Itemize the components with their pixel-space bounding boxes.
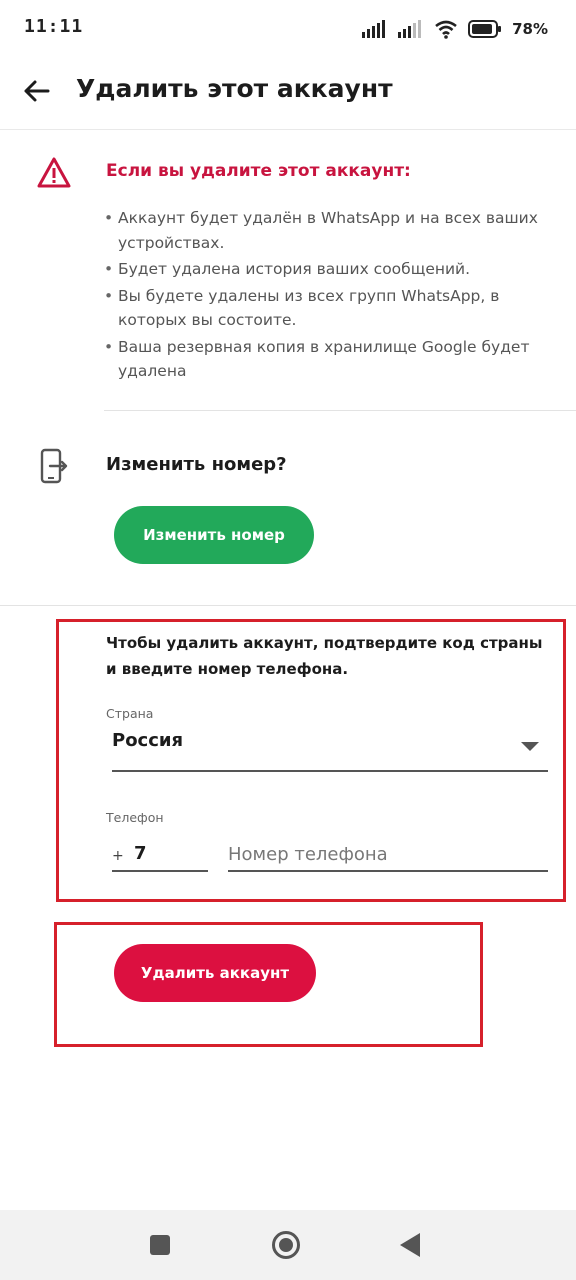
plus-sign: + [112, 848, 124, 864]
back-nav-icon[interactable] [400, 1233, 420, 1257]
battery-icon [468, 20, 502, 38]
phone-number-input[interactable] [228, 838, 546, 870]
country-code-input[interactable]: 7 [134, 843, 147, 864]
warning-list: Аккаунт будет удалён в WhatsApp и на все… [104, 206, 544, 386]
change-number-button[interactable]: Изменить номер [114, 506, 314, 564]
wifi-icon [435, 20, 457, 39]
delete-account-button[interactable]: Удалить аккаунт [114, 944, 316, 1002]
warning-heading: Если вы удалите этот аккаунт: [106, 161, 411, 181]
phone-label: Телефон [106, 810, 164, 825]
country-code-underline [112, 870, 208, 872]
status-icons: 78% [362, 16, 548, 42]
country-select[interactable]: Россия [112, 730, 183, 751]
warning-icon [37, 157, 71, 188]
signal-icon [398, 20, 422, 38]
delete-instruction: Чтобы удалить аккаунт, подтвердите код с… [106, 634, 543, 678]
section-divider [104, 410, 576, 411]
dropdown-arrow-icon[interactable] [521, 742, 539, 751]
warning-bullet: Вы будете удалены из всех групп WhatsApp… [104, 284, 544, 333]
signal-icon [362, 20, 386, 38]
change-phone-icon [40, 448, 68, 484]
country-label: Страна [106, 706, 154, 721]
recents-nav-icon[interactable] [150, 1235, 170, 1255]
warning-bullet: Ваша резервная копия в хранилище Google … [104, 335, 544, 384]
back-arrow-icon[interactable] [20, 74, 54, 108]
page-title: Удалить этот аккаунт [76, 74, 393, 103]
app-bar-divider [0, 129, 576, 130]
phone-underline [228, 870, 548, 872]
country-underline [112, 770, 548, 772]
change-number-heading: Изменить номер? [106, 454, 287, 475]
section-divider [0, 605, 576, 606]
home-nav-dot [279, 1238, 293, 1252]
battery-percent: 78% [512, 20, 548, 38]
warning-bullet: Будет удалена история ваших сообщений. [104, 257, 544, 282]
warning-bullet: Аккаунт будет удалён в WhatsApp и на все… [104, 206, 544, 255]
status-time: 11:11 [24, 16, 84, 37]
